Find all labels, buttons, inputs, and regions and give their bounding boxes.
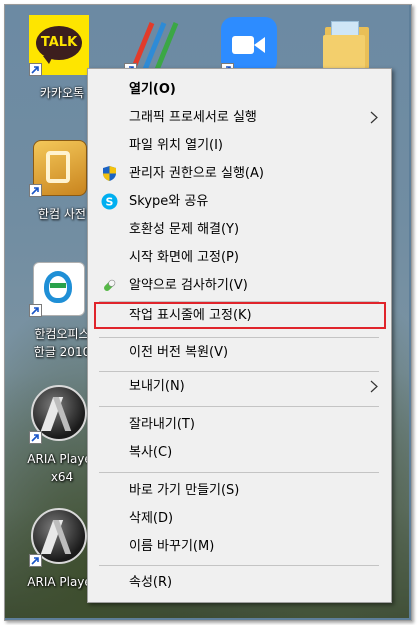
menu-item-label: 열기(O) <box>129 82 176 97</box>
shortcut-arrow-icon <box>29 304 42 317</box>
menu-item-label: 바로 가기 만들기(S) <box>129 483 240 498</box>
menu-item-scan-alyac[interactable]: 알약으로 검사하기(V) <box>89 272 390 299</box>
menu-item-open-file-location[interactable]: 파일 위치 열기(I) <box>89 132 390 159</box>
menu-item-label: 그래픽 프로세서로 실행 <box>129 110 257 125</box>
menu-item-restore-previous-versions[interactable]: 이전 버전 복원(V) <box>89 339 390 366</box>
menu-item-copy[interactable]: 복사(C) <box>89 439 390 466</box>
menu-item-pin-to-taskbar[interactable]: 작업 표시줄에 고정(K) <box>89 302 390 329</box>
menu-item-pin-to-start[interactable]: 시작 화면에 고정(P) <box>89 244 390 271</box>
menu-item-properties[interactable]: 속성(R) <box>89 569 390 596</box>
menu-item-share-skype[interactable]: S Skype와 공유 <box>89 188 390 215</box>
svg-text:S: S <box>106 196 114 209</box>
context-menu: 열기(O) 그래픽 프로세서로 실행 파일 위치 열기(I) 관리자 권한으로 … <box>87 68 392 603</box>
menu-item-run-as-admin[interactable]: 관리자 권한으로 실행(A) <box>89 160 390 187</box>
menu-item-create-shortcut[interactable]: 바로 가기 만들기(S) <box>89 477 390 504</box>
menu-item-label: 삭제(D) <box>129 511 174 526</box>
menu-item-label: 파일 위치 열기(I) <box>129 138 224 153</box>
menu-item-label: 시작 화면에 고정(P) <box>129 250 239 265</box>
shortcut-arrow-icon <box>29 63 42 76</box>
menu-item-rename[interactable]: 이름 바꾸기(M) <box>89 533 390 560</box>
menu-separator <box>99 337 379 338</box>
menu-separator <box>99 565 379 566</box>
menu-item-open[interactable]: 열기(O) <box>89 76 390 103</box>
menu-item-label: 이전 버전 복원(V) <box>129 345 229 360</box>
shortcut-arrow-icon <box>29 554 42 567</box>
menu-item-label: 보내기(N) <box>129 379 185 394</box>
kakao-badge-text: TALK <box>40 35 78 50</box>
menu-item-label: 작업 표시줄에 고정(K) <box>129 308 252 323</box>
menu-item-label: 속성(R) <box>129 575 173 590</box>
menu-item-label: 알약으로 검사하기(V) <box>129 278 248 293</box>
shortcut-arrow-icon <box>29 184 42 197</box>
menu-separator <box>99 371 379 372</box>
menu-separator <box>99 472 379 473</box>
menu-item-label: 이름 바꾸기(M) <box>129 539 215 554</box>
menu-item-label: 관리자 권한으로 실행(A) <box>129 166 264 181</box>
menu-separator <box>99 406 379 407</box>
menu-item-label: 복사(C) <box>129 445 173 460</box>
folder-icon <box>323 19 371 69</box>
menu-item-troubleshoot-compatibility[interactable]: 호환성 문제 해결(Y) <box>89 216 390 243</box>
menu-item-run-with-gpu[interactable]: 그래픽 프로세서로 실행 <box>89 104 390 131</box>
menu-item-label: Skype와 공유 <box>129 194 209 209</box>
shortcut-arrow-icon <box>29 431 42 444</box>
menu-item-delete[interactable]: 삭제(D) <box>89 505 390 532</box>
shield-icon <box>103 166 116 181</box>
alyac-pill-icon <box>104 279 116 291</box>
skype-icon: S <box>101 193 118 210</box>
menu-item-cut[interactable]: 잘라내기(T) <box>89 411 390 438</box>
menu-item-label: 호환성 문제 해결(Y) <box>129 222 240 237</box>
chevron-right-icon <box>370 111 378 124</box>
menu-item-send-to[interactable]: 보내기(N) <box>89 373 390 400</box>
chevron-right-icon <box>370 380 378 393</box>
menu-item-label: 잘라내기(T) <box>129 417 195 432</box>
